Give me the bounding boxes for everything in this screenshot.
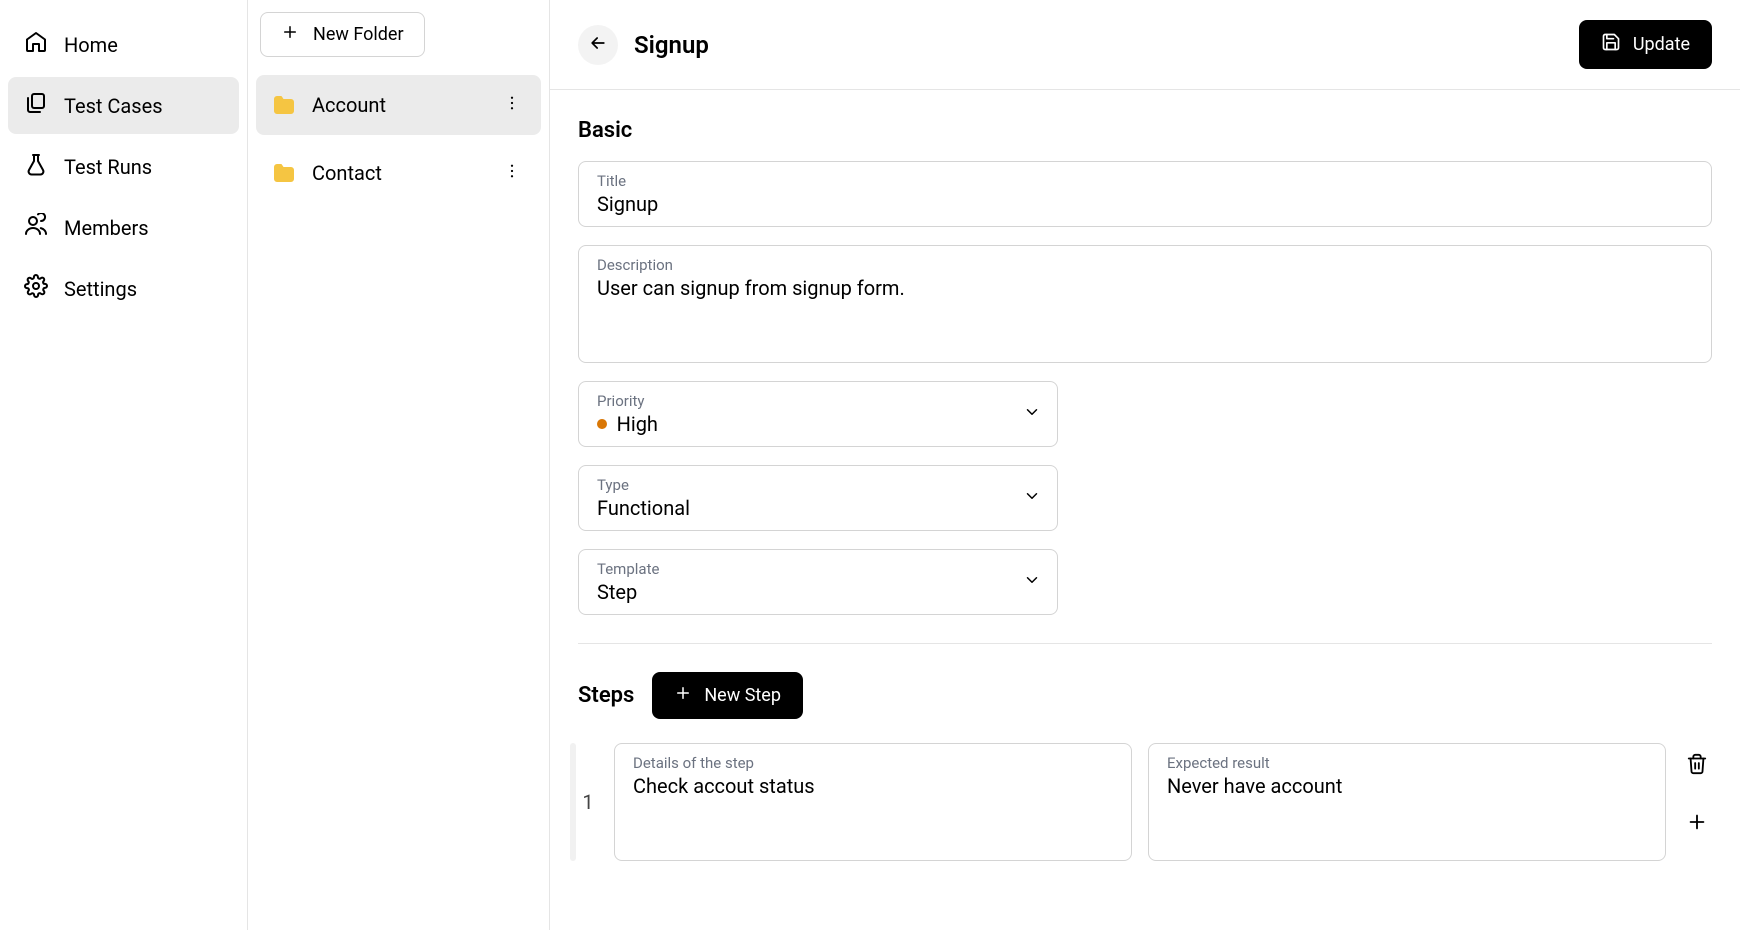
step-expected-label: Expected result — [1167, 754, 1647, 772]
template-select[interactable]: Template Step — [578, 549, 1058, 615]
nav-item-test-runs[interactable]: Test Runs — [8, 138, 239, 195]
folder-item-account[interactable]: Account — [256, 75, 541, 135]
folder-label: Contact — [312, 161, 382, 185]
folder-label: Account — [312, 93, 386, 117]
nav-item-settings[interactable]: Settings — [8, 260, 239, 317]
section-divider — [578, 643, 1712, 644]
nav-item-test-cases[interactable]: Test Cases — [8, 77, 239, 134]
type-label: Type — [597, 476, 1039, 494]
home-icon — [24, 30, 48, 59]
chevron-down-icon — [1023, 487, 1041, 509]
title-label: Title — [597, 172, 1693, 190]
step-details-field[interactable]: Details of the step — [614, 743, 1132, 861]
basic-section-title: Basic — [578, 118, 1712, 143]
nav-item-home[interactable]: Home — [8, 16, 239, 73]
priority-label: Priority — [597, 392, 1039, 410]
steps-header: Steps New Step — [578, 672, 1712, 719]
new-folder-label: New Folder — [313, 24, 404, 45]
steps-section-title: Steps — [578, 683, 634, 708]
back-button[interactable] — [578, 25, 618, 65]
test-runs-icon — [24, 152, 48, 181]
main-header: Signup Update — [550, 0, 1740, 90]
update-button[interactable]: Update — [1579, 20, 1712, 69]
chevron-down-icon — [1023, 571, 1041, 593]
plus-icon — [674, 684, 692, 707]
nav-item-label: Test Runs — [64, 155, 152, 179]
step-expected-field[interactable]: Expected result — [1148, 743, 1666, 861]
priority-select[interactable]: Priority High — [578, 381, 1058, 447]
folder-icon — [272, 161, 296, 185]
new-step-button[interactable]: New Step — [652, 672, 803, 719]
folder-icon — [272, 93, 296, 117]
nav-item-label: Members — [64, 216, 149, 240]
nav-item-label: Settings — [64, 277, 137, 301]
plus-icon — [1686, 822, 1708, 837]
members-icon — [24, 213, 48, 242]
nav-item-label: Home — [64, 33, 118, 57]
description-label: Description — [597, 256, 1693, 274]
nav-item-members[interactable]: Members — [8, 199, 239, 256]
new-folder-button[interactable]: New Folder — [260, 12, 425, 57]
trash-icon — [1686, 764, 1708, 779]
arrow-left-icon — [588, 33, 608, 57]
nav-item-label: Test Cases — [64, 94, 163, 118]
description-input[interactable] — [597, 276, 1693, 348]
chevron-down-icon — [1023, 403, 1041, 425]
add-step-below-button[interactable] — [1682, 807, 1712, 841]
new-step-label: New Step — [704, 685, 781, 706]
folder-panel: New Folder Account Contact — [248, 0, 550, 930]
step-row: 1 Details of the step Expected result — [578, 743, 1712, 861]
priority-dot-icon — [597, 419, 607, 429]
settings-icon — [24, 274, 48, 303]
page-title: Signup — [634, 31, 709, 59]
delete-step-button[interactable] — [1682, 749, 1712, 783]
template-value: Step — [597, 580, 1039, 604]
plus-icon — [281, 23, 299, 46]
step-details-label: Details of the step — [633, 754, 1113, 772]
title-field[interactable]: Title — [578, 161, 1712, 227]
update-label: Update — [1633, 34, 1690, 55]
folder-item-contact[interactable]: Contact — [256, 143, 541, 203]
step-actions — [1682, 743, 1712, 861]
title-input[interactable] — [597, 192, 1693, 216]
type-select[interactable]: Type Functional — [578, 465, 1058, 531]
type-value: Functional — [597, 496, 1039, 520]
folder-menu-button[interactable] — [499, 89, 525, 121]
priority-value: High — [617, 412, 1039, 436]
save-icon — [1601, 32, 1621, 57]
step-expected-input[interactable] — [1167, 774, 1647, 846]
sidebar-nav: Home Test Cases Test Runs Members Settin… — [0, 0, 248, 930]
step-details-input[interactable] — [633, 774, 1113, 846]
folder-menu-button[interactable] — [499, 157, 525, 189]
step-number: 1 — [578, 743, 598, 861]
template-label: Template — [597, 560, 1039, 578]
main-content: Signup Update Basic Title Description Pr… — [550, 0, 1740, 930]
test-cases-icon — [24, 91, 48, 120]
description-field[interactable]: Description — [578, 245, 1712, 363]
content-scroll[interactable]: Basic Title Description Priority High Ty… — [550, 90, 1740, 930]
